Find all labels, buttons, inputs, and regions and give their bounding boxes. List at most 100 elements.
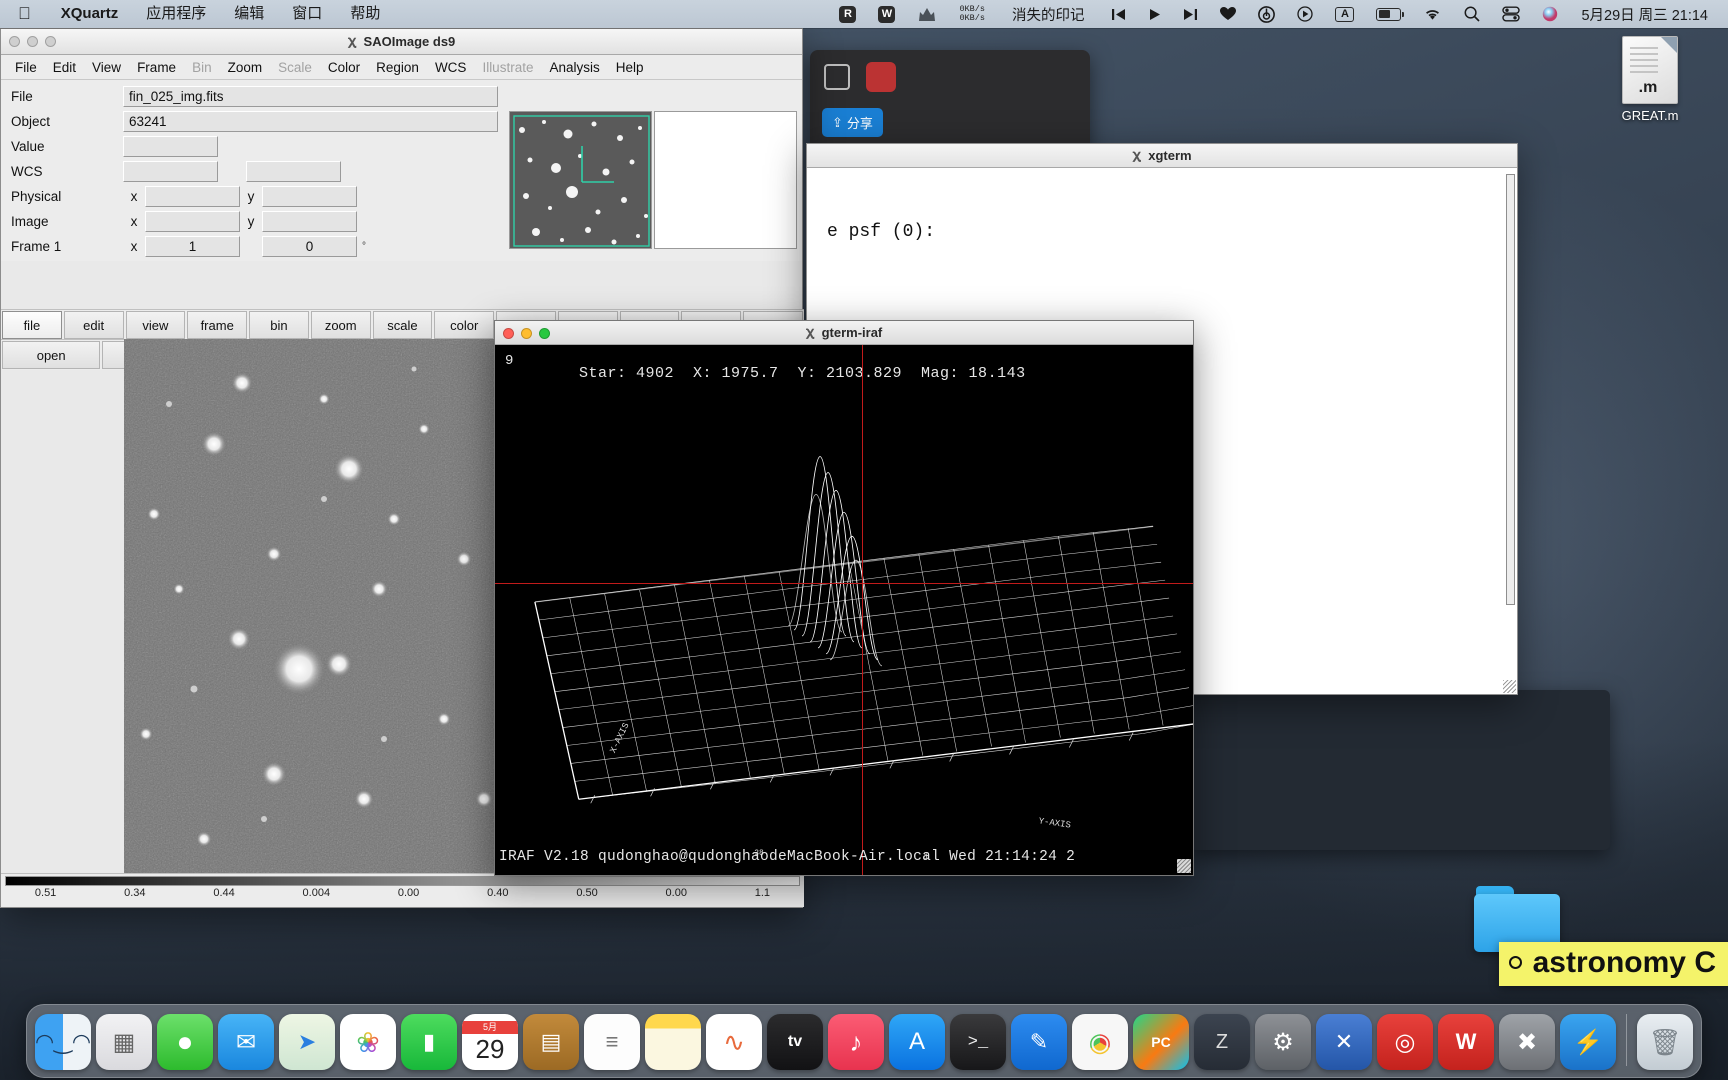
- minimize-button[interactable]: [27, 35, 38, 47]
- spotlight-icon[interactable]: [1453, 0, 1491, 28]
- dock-item-calendar[interactable]: 5月 29: [462, 1014, 518, 1070]
- dock-item-xquartz[interactable]: ✕: [1316, 1014, 1372, 1070]
- heart-icon[interactable]: [1209, 0, 1247, 28]
- gterm-titlebar[interactable]: 𝛘 gterm-iraf: [495, 321, 1193, 345]
- ds9-menu-edit[interactable]: Edit: [45, 60, 84, 75]
- macos-dock[interactable]: ◠‿◠ ▦ ● ✉ ➤ ❀ ▮ 5月 29 ▤ ≡ ∿ tv ♪ A >_ ✎ …: [26, 1004, 1702, 1078]
- menu-item-window[interactable]: 窗口: [278, 0, 336, 28]
- dock-item-maps[interactable]: ➤: [279, 1014, 335, 1070]
- colorbar-tick-5: 0.40: [487, 887, 509, 899]
- wifi-icon[interactable]: [1412, 0, 1453, 28]
- share-button[interactable]: ⇪ 分享: [822, 108, 883, 137]
- close-button[interactable]: [503, 327, 514, 339]
- ds9-btn-scale[interactable]: scale: [372, 311, 433, 339]
- dock-item-system-settings[interactable]: ⚙: [1255, 1014, 1311, 1070]
- dock-item-apple-tv[interactable]: tv: [767, 1014, 823, 1070]
- ds9-wcs-field-2: [246, 161, 341, 182]
- ds9-menu-region[interactable]: Region: [368, 60, 427, 75]
- apple-logo-icon[interactable]: : [0, 0, 47, 28]
- desktop-file-great-m[interactable]: .m GREAT.m: [1590, 36, 1710, 123]
- dock-item-photos[interactable]: ❀: [340, 1014, 396, 1070]
- menu-item-help[interactable]: 帮助: [336, 0, 394, 28]
- cat-icon[interactable]: [906, 0, 948, 28]
- minimize-button[interactable]: [521, 327, 532, 339]
- gterm-iraf-window[interactable]: 𝛘 gterm-iraf 9 Star: 4902 X: 1975.7 Y: 2…: [494, 320, 1194, 876]
- ds9-btn-frame[interactable]: frame: [187, 311, 248, 339]
- netease-music-icon[interactable]: [1247, 0, 1286, 28]
- desktop-file-label: GREAT.m: [1621, 108, 1679, 123]
- zoom-button[interactable]: [45, 35, 56, 47]
- ds9-btn-bin[interactable]: bin: [249, 311, 309, 339]
- next-track-icon[interactable]: [1172, 0, 1209, 28]
- dock-item-trash[interactable]: 🗑: [1637, 1014, 1693, 1070]
- ds9-menu-view[interactable]: View: [84, 60, 129, 75]
- zoom-button[interactable]: [539, 327, 550, 339]
- dock-item-notes[interactable]: [645, 1014, 701, 1070]
- dock-item-launchpad[interactable]: ▦: [96, 1014, 152, 1070]
- input-source-icon[interactable]: A: [1324, 0, 1365, 28]
- ds9-menu-frame[interactable]: Frame: [129, 60, 184, 75]
- play-icon[interactable]: [1137, 0, 1172, 28]
- menu-item-applications[interactable]: 应用程序: [132, 0, 220, 28]
- dock-item-mail[interactable]: ✉: [218, 1014, 274, 1070]
- ds9-menubar[interactable]: File Edit View Frame Bin Zoom Scale Colo…: [1, 55, 802, 80]
- dock-item-freeform[interactable]: ∿: [706, 1014, 762, 1070]
- dock-item-reminders[interactable]: ≡: [584, 1014, 640, 1070]
- r-app-icon[interactable]: R: [828, 0, 867, 28]
- ds9-window-controls[interactable]: [9, 29, 56, 53]
- ds9-magnifier[interactable]: [654, 111, 797, 249]
- prev-track-icon[interactable]: [1100, 0, 1137, 28]
- wps-icon[interactable]: W: [867, 0, 906, 28]
- dock-item-xcode[interactable]: ✎: [1011, 1014, 1067, 1070]
- ds9-menu-wcs[interactable]: WCS: [427, 60, 475, 75]
- gterm-canvas[interactable]: 9 Star: 4902 X: 1975.7 Y: 2103.829 Mag: …: [495, 345, 1193, 875]
- ds9-btn-zoom[interactable]: zoom: [310, 311, 371, 339]
- network-speed-icon[interactable]: 0KB/s 0KB/s: [948, 0, 996, 28]
- dock-item-app-store[interactable]: A: [889, 1014, 945, 1070]
- sticky-note[interactable]: astronomy C: [1498, 942, 1728, 986]
- ds9-btn-color[interactable]: color: [434, 311, 495, 339]
- dock-item-facetime[interactable]: ▮: [401, 1014, 457, 1070]
- dock-item-wps-office[interactable]: W: [1438, 1014, 1494, 1070]
- record-icon[interactable]: [866, 62, 896, 92]
- menu-bar-clock[interactable]: 5月29日 周三 21:14: [1569, 4, 1718, 25]
- dock-item-finder[interactable]: ◠‿◠: [35, 1014, 91, 1070]
- ds9-menu-file[interactable]: File: [7, 60, 45, 75]
- ds9-menu-analysis[interactable]: Analysis: [541, 60, 607, 75]
- xgterm-vertical-track[interactable]: [1506, 174, 1515, 606]
- battery-icon[interactable]: [1365, 0, 1412, 28]
- ds9-btn-file[interactable]: file: [2, 311, 62, 339]
- screen-record-icon[interactable]: [1286, 0, 1324, 28]
- dock-item-contacts[interactable]: ▤: [523, 1014, 579, 1070]
- ds9-panner[interactable]: [509, 111, 652, 249]
- control-center-icon[interactable]: [1491, 0, 1531, 28]
- menu-app-name[interactable]: XQuartz: [47, 0, 133, 28]
- ds9-btn-view[interactable]: view: [125, 311, 186, 339]
- dock-item-pycharm[interactable]: PC: [1133, 1014, 1189, 1070]
- dock-item-messages[interactable]: ●: [157, 1014, 213, 1070]
- copy-icon[interactable]: [824, 64, 850, 90]
- siri-icon[interactable]: [1531, 0, 1569, 28]
- gterm-window-controls[interactable]: [503, 321, 550, 345]
- ds9-btn-edit[interactable]: edit: [63, 311, 124, 339]
- menu-item-edit[interactable]: 编辑: [220, 0, 278, 28]
- dock-item-netease-music[interactable]: ◎: [1377, 1014, 1433, 1070]
- dock-item-thunder[interactable]: ⚡: [1560, 1014, 1616, 1070]
- ds9-menu-help[interactable]: Help: [608, 60, 652, 75]
- ds9-menu-zoom[interactable]: Zoom: [220, 60, 271, 75]
- close-button[interactable]: [9, 35, 20, 47]
- ds9-btn-open[interactable]: open: [2, 341, 101, 369]
- xgterm-titlebar[interactable]: 𝛘 xgterm: [807, 144, 1517, 168]
- dock-item-chrome[interactable]: ◉: [1072, 1014, 1128, 1070]
- ds9-colorbar[interactable]: 0.51 0.34 0.44 0.004 0.00 0.40 0.50 0.00…: [1, 873, 804, 907]
- ds9-menu-color[interactable]: Color: [320, 60, 368, 75]
- now-playing-title[interactable]: 消失的印记: [996, 4, 1101, 25]
- dock-item-terminal[interactable]: >_: [950, 1014, 1006, 1070]
- dock-item-ds9[interactable]: ✖: [1499, 1014, 1555, 1070]
- dock-item-zotero[interactable]: Z: [1194, 1014, 1250, 1070]
- dock-item-music[interactable]: ♪: [828, 1014, 884, 1070]
- gterm-resize-grip[interactable]: [1177, 859, 1191, 873]
- ds9-wcs-field-1: [123, 161, 218, 182]
- ds9-titlebar[interactable]: 𝛘 SAOImage ds9: [1, 29, 802, 55]
- xgterm-resize-grip[interactable]: [1503, 680, 1516, 693]
